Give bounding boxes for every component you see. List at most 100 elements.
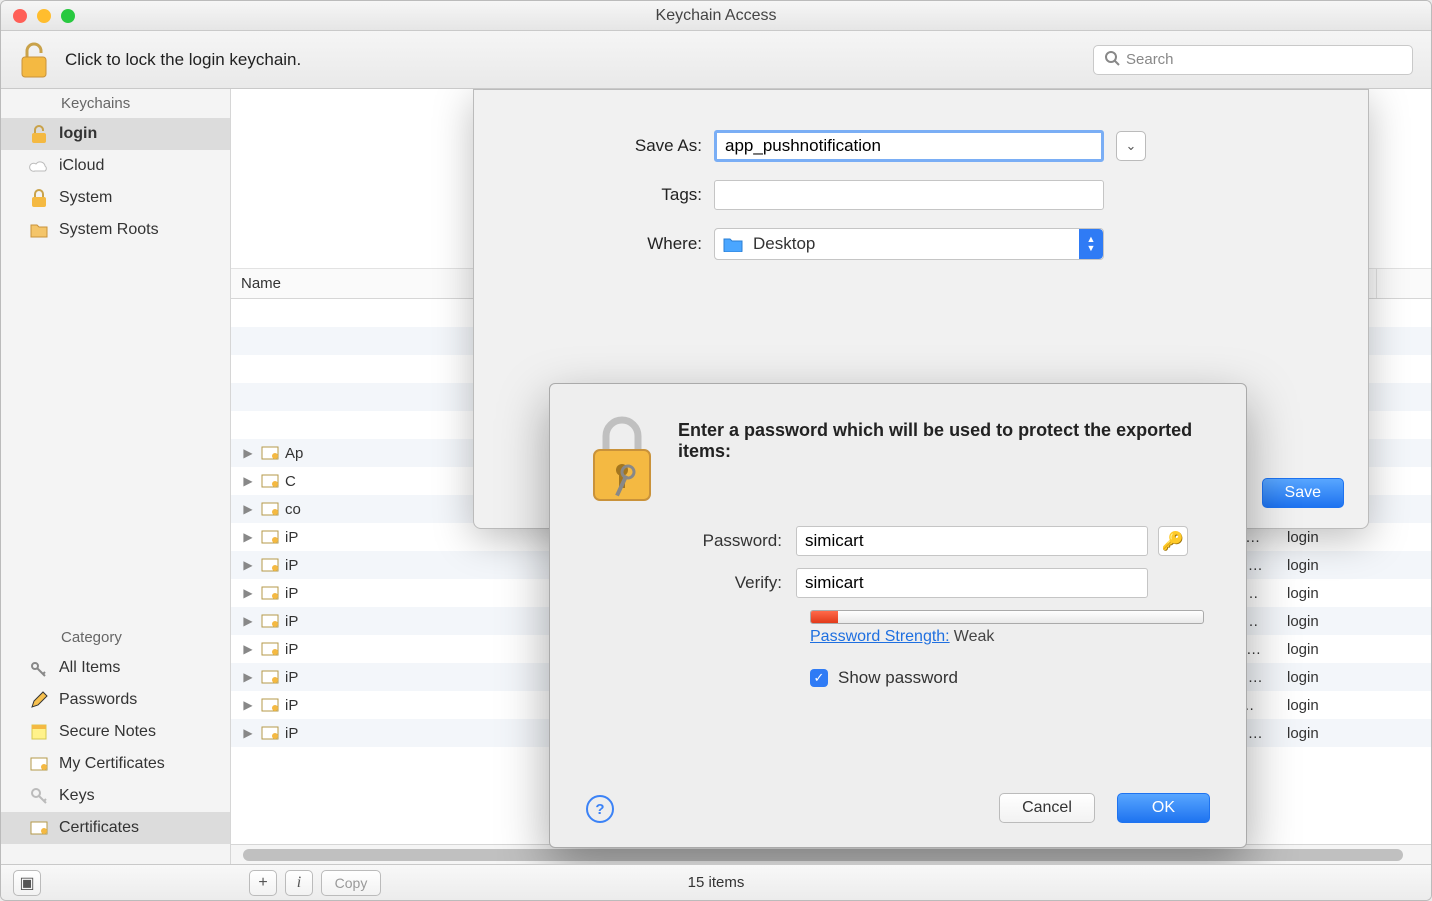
keychain-item-label: System Roots <box>59 221 159 239</box>
cell-keychain: login <box>1277 529 1377 546</box>
window-title: Keychain Access <box>1 7 1431 25</box>
cell-keychain: login <box>1277 613 1377 630</box>
cancel-button[interactable]: Cancel <box>999 793 1095 823</box>
cell-name: iP <box>285 529 298 546</box>
cell-keychain: login <box>1277 697 1377 714</box>
cell-name: iP <box>285 557 298 574</box>
disclosure-triangle-icon[interactable]: ▶ <box>241 698 255 712</box>
item-count-label: 15 items <box>0 874 1432 891</box>
view-toggle-button[interactable]: ▣ <box>13 870 41 896</box>
category-item-label: Passwords <box>59 691 137 709</box>
verify-label: Verify: <box>586 573 796 593</box>
keychain-item-label: System <box>59 189 112 207</box>
keychain-item-label: iCloud <box>59 157 104 175</box>
cell-name: iP <box>285 585 298 602</box>
chevron-down-icon: ⌄ <box>1126 138 1137 154</box>
unlocked-padlock-icon <box>29 124 49 144</box>
disclosure-triangle-icon[interactable]: ▶ <box>241 670 255 684</box>
save-button[interactable]: Save <box>1262 478 1344 508</box>
keys-icon <box>29 658 49 678</box>
status-bar: ▣ + i Copy 15 items <box>1 864 1431 900</box>
keychains-header: Keychains <box>1 89 230 118</box>
export-password-dialog: Enter a password which will be used to p… <box>549 383 1247 848</box>
certificate-icon <box>261 472 279 490</box>
help-button[interactable]: ? <box>586 795 614 823</box>
cell-name: iP <box>285 697 298 714</box>
password-assistant-button[interactable]: 🔑 <box>1158 526 1188 556</box>
keychain-item-system[interactable]: System <box>1 182 230 214</box>
certificate-icon <box>261 668 279 686</box>
verify-input[interactable] <box>796 568 1148 598</box>
sidebar: Keychains loginiCloudSystemSystem Roots … <box>1 89 231 864</box>
ok-button[interactable]: OK <box>1117 793 1210 823</box>
copy-button[interactable]: Copy <box>321 870 381 896</box>
cell-keychain: login <box>1277 585 1377 602</box>
category-item-label: My Certificates <box>59 755 165 773</box>
disclosure-triangle-icon[interactable]: ▶ <box>241 502 255 516</box>
info-button[interactable]: i <box>285 870 313 896</box>
certificate-icon <box>261 724 279 742</box>
category-item-all-items[interactable]: All Items <box>1 652 230 684</box>
certificate-icon <box>29 754 49 774</box>
disclosure-triangle-icon[interactable]: ▶ <box>241 558 255 572</box>
cell-name: iP <box>285 725 298 742</box>
cell-name: iP <box>285 641 298 658</box>
password-input[interactable] <box>796 526 1148 556</box>
folder-icon <box>29 220 49 240</box>
disclosure-triangle-icon[interactable]: ▶ <box>241 474 255 488</box>
category-item-keys[interactable]: Keys <box>1 780 230 812</box>
cell-keychain: login <box>1277 557 1377 574</box>
category-item-label: Keys <box>59 787 95 805</box>
keychain-item-icloud[interactable]: iCloud <box>1 150 230 182</box>
disclosure-triangle-icon[interactable]: ▶ <box>241 642 255 656</box>
category-item-my-certificates[interactable]: My Certificates <box>1 748 230 780</box>
tags-input[interactable] <box>714 180 1104 210</box>
info-icon: i <box>297 874 301 892</box>
cell-name: Ap <box>285 445 303 462</box>
certificate-icon <box>261 528 279 546</box>
certificate-icon <box>261 556 279 574</box>
cell-name: C <box>285 473 296 490</box>
disclosure-triangle-icon[interactable]: ▶ <box>241 586 255 600</box>
certificate-icon <box>261 584 279 602</box>
show-password-checkbox[interactable]: ✓ <box>810 669 828 687</box>
category-item-label: All Items <box>59 659 120 677</box>
show-password-label: Show password <box>838 668 958 688</box>
certificate-icon <box>29 818 49 838</box>
titlebar: Keychain Access <box>1 1 1431 31</box>
add-button[interactable]: + <box>249 870 277 896</box>
category-item-secure-notes[interactable]: Secure Notes <box>1 716 230 748</box>
cell-keychain: login <box>1277 641 1377 658</box>
keychain-item-label: login <box>59 125 97 143</box>
keychain-item-login[interactable]: login <box>1 118 230 150</box>
password-strength-link[interactable]: Password Strength: <box>810 628 950 645</box>
category-item-passwords[interactable]: Passwords <box>1 684 230 716</box>
save-as-input[interactable] <box>714 130 1104 162</box>
password-strength-meter <box>810 610 1204 624</box>
category-item-certificates[interactable]: Certificates <box>1 812 230 844</box>
where-select[interactable]: Desktop ▲▼ <box>714 228 1104 260</box>
expand-save-panel-button[interactable]: ⌄ <box>1116 131 1146 161</box>
certificate-icon <box>261 612 279 630</box>
disclosure-triangle-icon[interactable]: ▶ <box>241 446 255 460</box>
cell-name: iP <box>285 669 298 686</box>
unlocked-padlock-icon[interactable] <box>19 41 49 79</box>
save-as-label: Save As: <box>474 136 714 156</box>
disclosure-triangle-icon[interactable]: ▶ <box>241 614 255 628</box>
search-icon <box>1104 50 1126 70</box>
toolbar: Click to lock the login keychain. Search <box>1 31 1431 89</box>
cell-name: iP <box>285 613 298 630</box>
search-placeholder: Search <box>1126 51 1174 68</box>
key-icon <box>29 786 49 806</box>
disclosure-triangle-icon[interactable]: ▶ <box>241 530 255 544</box>
search-field[interactable]: Search <box>1093 45 1413 75</box>
disclosure-triangle-icon[interactable]: ▶ <box>241 726 255 740</box>
category-header: Category <box>1 623 230 652</box>
note-icon <box>29 722 49 742</box>
keychain-item-system-roots[interactable]: System Roots <box>1 214 230 246</box>
padlock-with-keys-icon <box>586 414 658 506</box>
updown-arrows-icon: ▲▼ <box>1079 229 1103 259</box>
folder-icon <box>723 236 743 252</box>
where-value: Desktop <box>753 234 815 254</box>
cell-keychain: login <box>1277 725 1377 742</box>
